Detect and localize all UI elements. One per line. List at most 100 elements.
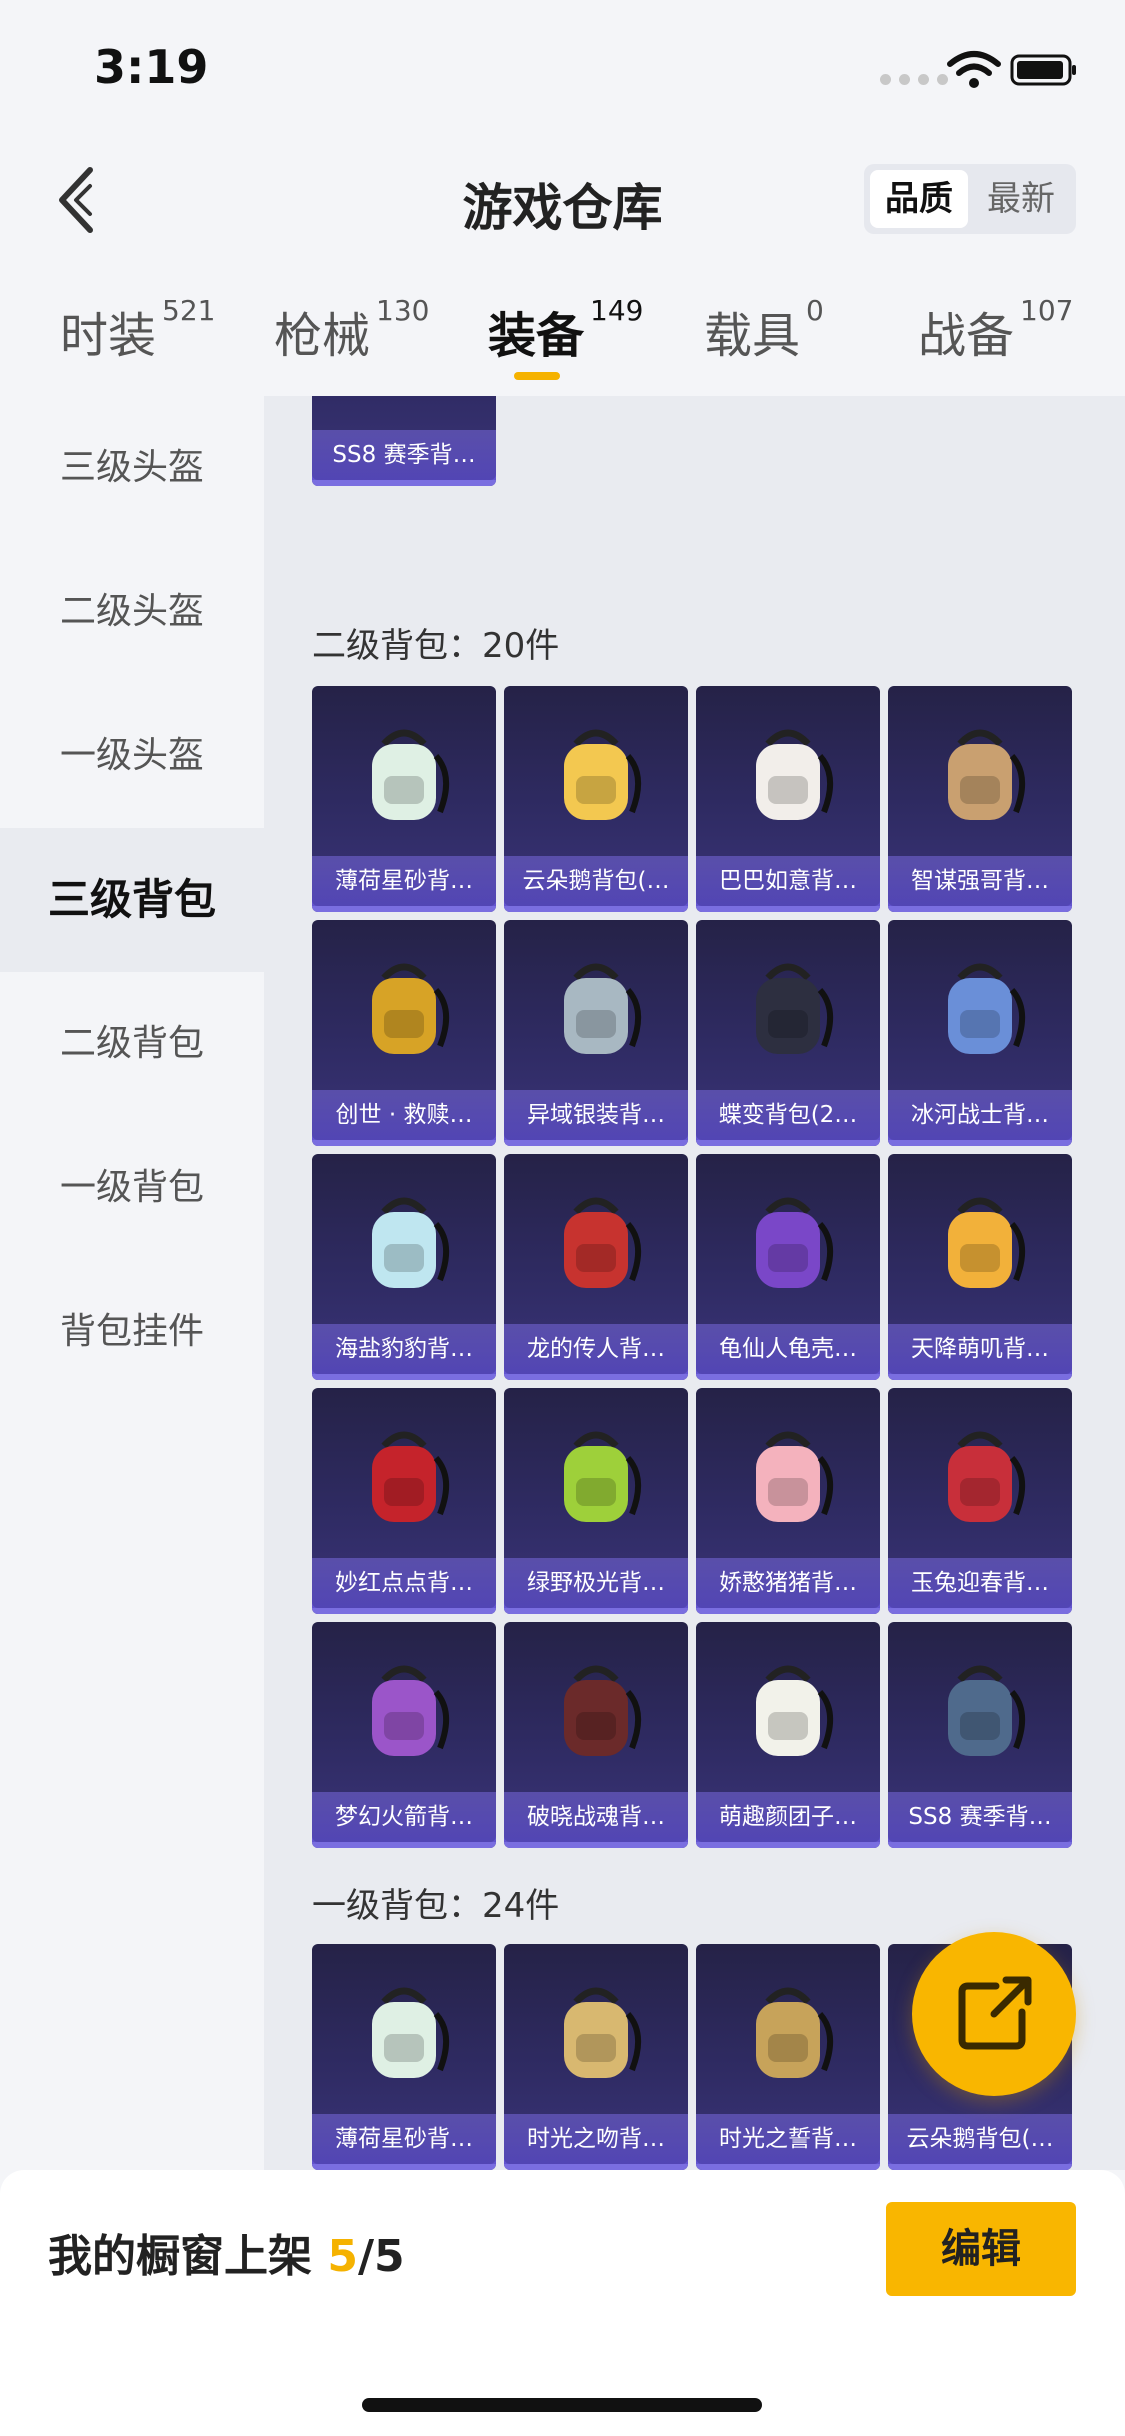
item-card[interactable]: 薄荷星砂背…: [312, 1944, 496, 2170]
item-card[interactable]: 玉兔迎春背…: [888, 1388, 1072, 1614]
showcase-status: 我的橱窗上架 5/5: [48, 2220, 405, 2284]
backpack-icon: [372, 963, 449, 1054]
item-name: 娇憨猪猪背…: [696, 1558, 880, 1608]
tab-equipment[interactable]: 装备 149: [488, 294, 644, 366]
sort-quality-button[interactable]: 品质: [870, 170, 968, 228]
backpack-icon: [564, 1987, 641, 2078]
bottom-bar: 我的橱窗上架 5/5 编辑: [0, 2170, 1125, 2436]
item-card[interactable]: 薄荷星砂背…: [312, 686, 496, 912]
item-card[interactable]: SS8 赛季背…: [888, 1622, 1072, 1848]
item-card[interactable]: 龟仙人龟壳…: [696, 1154, 880, 1380]
item-card[interactable]: 天降萌叽背…: [888, 1154, 1072, 1380]
item-name: 薄荷星砂背…: [312, 856, 496, 906]
item-card[interactable]: 破晓战魂背…: [504, 1622, 688, 1848]
sort-toggle: 品质 最新: [864, 164, 1076, 234]
item-name: 云朵鹅背包(…: [888, 2114, 1072, 2164]
backpack-icon: [564, 729, 641, 820]
backpack-icon: [344, 396, 464, 410]
sidebar-item-backpack-2[interactable]: 二级背包: [0, 972, 264, 1116]
tab-count: 107: [1020, 294, 1074, 327]
category-tabs: 时装 521 枪械 130 装备 149 载具 0 战备 107: [0, 294, 1125, 396]
backpack-icon: [756, 1431, 833, 1522]
backpack-icon: [756, 729, 833, 820]
item-name: SS8 赛季背…: [312, 430, 496, 480]
backpack-icon: [372, 1665, 449, 1756]
item-name: SS8 赛季背…: [888, 1792, 1072, 1842]
status-time: 3:19: [94, 40, 209, 94]
item-card[interactable]: 绿野极光背…: [504, 1388, 688, 1614]
backpack-icon: [948, 1665, 1025, 1756]
item-name: 龙的传人背…: [504, 1324, 688, 1374]
sort-newest-button[interactable]: 最新: [972, 170, 1070, 228]
item-name: 蝶变背包(2…: [696, 1090, 880, 1140]
battery-icon: [1010, 54, 1076, 86]
tab-label: 枪械: [274, 308, 371, 364]
item-name: 云朵鹅背包(…: [504, 856, 688, 906]
backpack-icon: [564, 1431, 641, 1522]
item-name: 绿野极光背…: [504, 1558, 688, 1608]
tab-weapons[interactable]: 枪械 130: [274, 294, 430, 366]
sidebar-item-helmet-3[interactable]: 三级头盔: [0, 396, 264, 540]
backpack-icon: [564, 1665, 641, 1756]
sidebar-item-helmet-2[interactable]: 二级头盔: [0, 540, 264, 684]
sidebar: 三级头盔 二级头盔 一级头盔 三级背包 二级背包 一级背包 背包挂件: [0, 396, 264, 2170]
item-card[interactable]: 时光之誓背…: [696, 1944, 880, 2170]
item-card[interactable]: 时光之吻背…: [504, 1944, 688, 2170]
item-name: 玉兔迎春背…: [888, 1558, 1072, 1608]
wifi-icon: [947, 51, 1001, 88]
item-name: 智谋强哥背…: [888, 856, 1072, 906]
sidebar-item-backpack-3[interactable]: 三级背包: [0, 828, 264, 972]
tab-count: 149: [590, 294, 644, 327]
tab-fashion[interactable]: 时装 521: [60, 294, 216, 366]
active-tab-indicator: [514, 372, 560, 380]
item-name: 梦幻火箭背…: [312, 1792, 496, 1842]
item-card[interactable]: SS8 赛季背…: [312, 396, 496, 486]
backpack-icon: [948, 1431, 1025, 1522]
item-card[interactable]: 创世 · 救赎…: [312, 920, 496, 1146]
tab-label: 装备: [488, 308, 585, 364]
showcase-total: /5: [357, 2231, 405, 2282]
status-bar: 3:19: [0, 0, 1125, 140]
backpack-icon: [756, 1987, 833, 2078]
item-card[interactable]: 异域银装背…: [504, 920, 688, 1146]
item-card[interactable]: 萌趣颜团子…: [696, 1622, 880, 1848]
sidebar-item-helmet-1[interactable]: 一级头盔: [0, 684, 264, 828]
tab-count: 130: [376, 294, 430, 327]
item-name: 天降萌叽背…: [888, 1324, 1072, 1374]
item-name: 海盐豹豹背…: [312, 1324, 496, 1374]
backpack-icon: [372, 1987, 449, 2078]
backpack-icon: [948, 729, 1025, 820]
backpack-icon: [564, 963, 641, 1054]
sidebar-item-pendant[interactable]: 背包挂件: [0, 1260, 264, 1404]
tab-combat-gear[interactable]: 战备 107: [918, 294, 1074, 366]
item-card[interactable]: 娇憨猪猪背…: [696, 1388, 880, 1614]
share-button[interactable]: [912, 1932, 1076, 2096]
item-name: 时光之吻背…: [504, 2114, 688, 2164]
item-name: 巴巴如意背…: [696, 856, 880, 906]
backpack-icon: [372, 1197, 449, 1288]
item-card[interactable]: 妙红点点背…: [312, 1388, 496, 1614]
item-card[interactable]: 蝶变背包(2…: [696, 920, 880, 1146]
item-card[interactable]: 冰河战士背…: [888, 920, 1072, 1146]
tab-vehicles[interactable]: 载具 0: [704, 294, 824, 366]
item-name: 异域银装背…: [504, 1090, 688, 1140]
backpack-icon: [948, 963, 1025, 1054]
section-title: 二级背包：20件: [312, 626, 560, 666]
signal-icon: [880, 74, 948, 85]
sidebar-item-backpack-1[interactable]: 一级背包: [0, 1116, 264, 1260]
item-card[interactable]: 龙的传人背…: [504, 1154, 688, 1380]
item-name: 薄荷星砂背…: [312, 2114, 496, 2164]
item-card[interactable]: 巴巴如意背…: [696, 686, 880, 912]
item-card[interactable]: 海盐豹豹背…: [312, 1154, 496, 1380]
showcase-label: 我的橱窗上架: [48, 2231, 312, 2282]
tab-count: 521: [162, 294, 216, 327]
edit-button[interactable]: 编辑: [886, 2202, 1076, 2296]
tab-label: 战备: [918, 308, 1015, 364]
backpack-icon: [564, 1197, 641, 1288]
backpack-icon: [948, 1197, 1025, 1288]
backpack-icon: [372, 1431, 449, 1522]
item-card[interactable]: 梦幻火箭背…: [312, 1622, 496, 1848]
item-card[interactable]: 智谋强哥背…: [888, 686, 1072, 912]
backpack-icon: [756, 963, 833, 1054]
item-card[interactable]: 云朵鹅背包(…: [504, 686, 688, 912]
